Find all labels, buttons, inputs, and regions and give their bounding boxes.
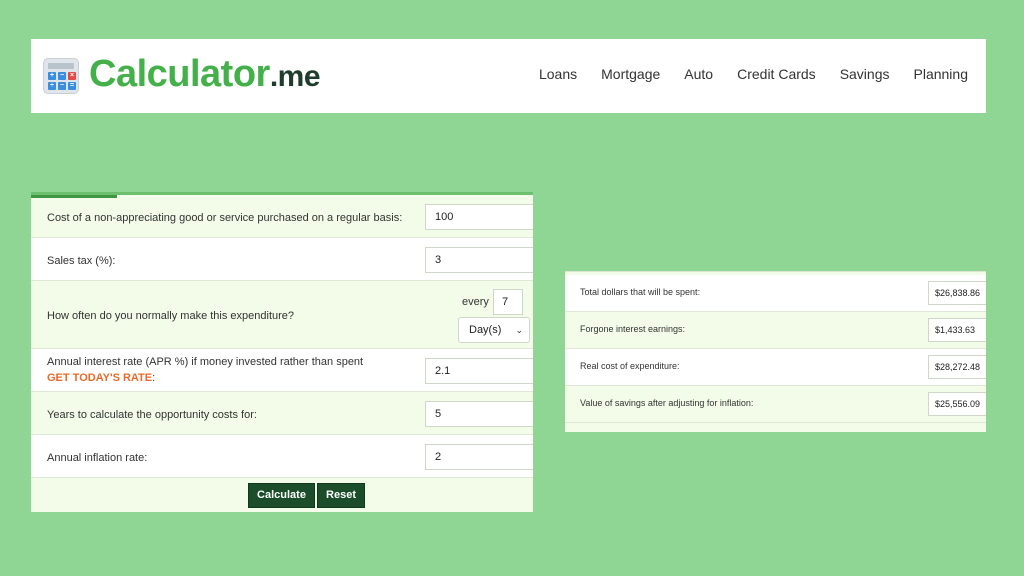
site-header: + − × ÷ − = Calculator.me Loans Mortgage… [31,39,986,113]
nav-savings[interactable]: Savings [840,64,890,84]
form-buttons: Calculate Reset [31,478,533,512]
real-cost-value: $28,272.48 [928,355,986,379]
interest-rate-row: Annual interest rate (APR %) if money in… [31,349,533,392]
site-logo[interactable]: + − × ÷ − = Calculator.me [43,53,321,97]
every-label: every [462,296,489,308]
inflation-adjusted-row: Value of savings after adjusting for inf… [565,386,986,423]
inflation-row: Annual inflation rate: 2 [31,435,533,478]
logo-wordmark: Calculator.me [89,53,321,95]
reset-button[interactable]: Reset [317,483,365,508]
frequency-unit-select[interactable]: Day(s) ⌄ [458,317,530,343]
years-label: Years to calculate the opportunity costs… [47,409,257,421]
sales-tax-input[interactable]: 3 [425,247,533,273]
forgone-interest-value: $1,433.63 [928,318,986,342]
total-spent-label: Total dollars that will be spent: [580,287,701,297]
calculate-button[interactable]: Calculate [248,483,315,508]
nav-mortgage[interactable]: Mortgage [601,64,660,84]
years-input[interactable]: 5 [425,401,533,427]
calculator-form: Cost of a non-appreciating good or servi… [31,192,533,512]
cost-row: Cost of a non-appreciating good or servi… [31,195,533,238]
years-row: Years to calculate the opportunity costs… [31,392,533,435]
interest-rate-input[interactable]: 2.1 [425,358,533,384]
interest-rate-label: Annual interest rate (APR %) if money in… [47,356,364,384]
inflation-adjusted-value: $25,556.09 [928,392,986,416]
frequency-row: How often do you normally make this expe… [31,281,533,349]
chevron-down-icon: ⌄ [515,325,523,335]
sales-tax-label: Sales tax (%): [47,255,116,267]
inflation-adjusted-label: Value of savings after adjusting for inf… [580,398,754,408]
forgone-interest-label: Forgone interest earnings: [580,324,686,334]
nav-auto[interactable]: Auto [684,64,713,84]
real-cost-row: Real cost of expenditure: $28,272.48 [565,349,986,386]
sales-tax-row: Sales tax (%): 3 [31,238,533,281]
frequency-label: How often do you normally make this expe… [47,310,295,322]
nav-credit-cards[interactable]: Credit Cards [737,64,816,84]
inflation-label: Annual inflation rate: [47,452,148,464]
get-rate-link[interactable]: GET TODAY'S RATE [47,372,152,384]
total-spent-value: $26,838.86 [928,281,986,305]
nav-planning[interactable]: Planning [914,64,969,84]
inflation-input[interactable]: 2 [425,444,533,470]
real-cost-label: Real cost of expenditure: [580,361,680,371]
results-panel: Total dollars that will be spent: $26,83… [565,271,986,432]
frequency-unit-value: Day(s) [469,324,502,336]
nav-loans[interactable]: Loans [539,64,577,84]
cost-label: Cost of a non-appreciating good or servi… [47,212,403,224]
total-spent-row: Total dollars that will be spent: $26,83… [565,275,986,312]
cost-input[interactable]: 100 [425,204,533,230]
calculator-icon: + − × ÷ − = [43,57,79,94]
main-nav: Loans Mortgage Auto Credit Cards Savings… [515,64,968,84]
forgone-interest-row: Forgone interest earnings: $1,433.63 [565,312,986,349]
every-input[interactable]: 7 [493,289,523,315]
